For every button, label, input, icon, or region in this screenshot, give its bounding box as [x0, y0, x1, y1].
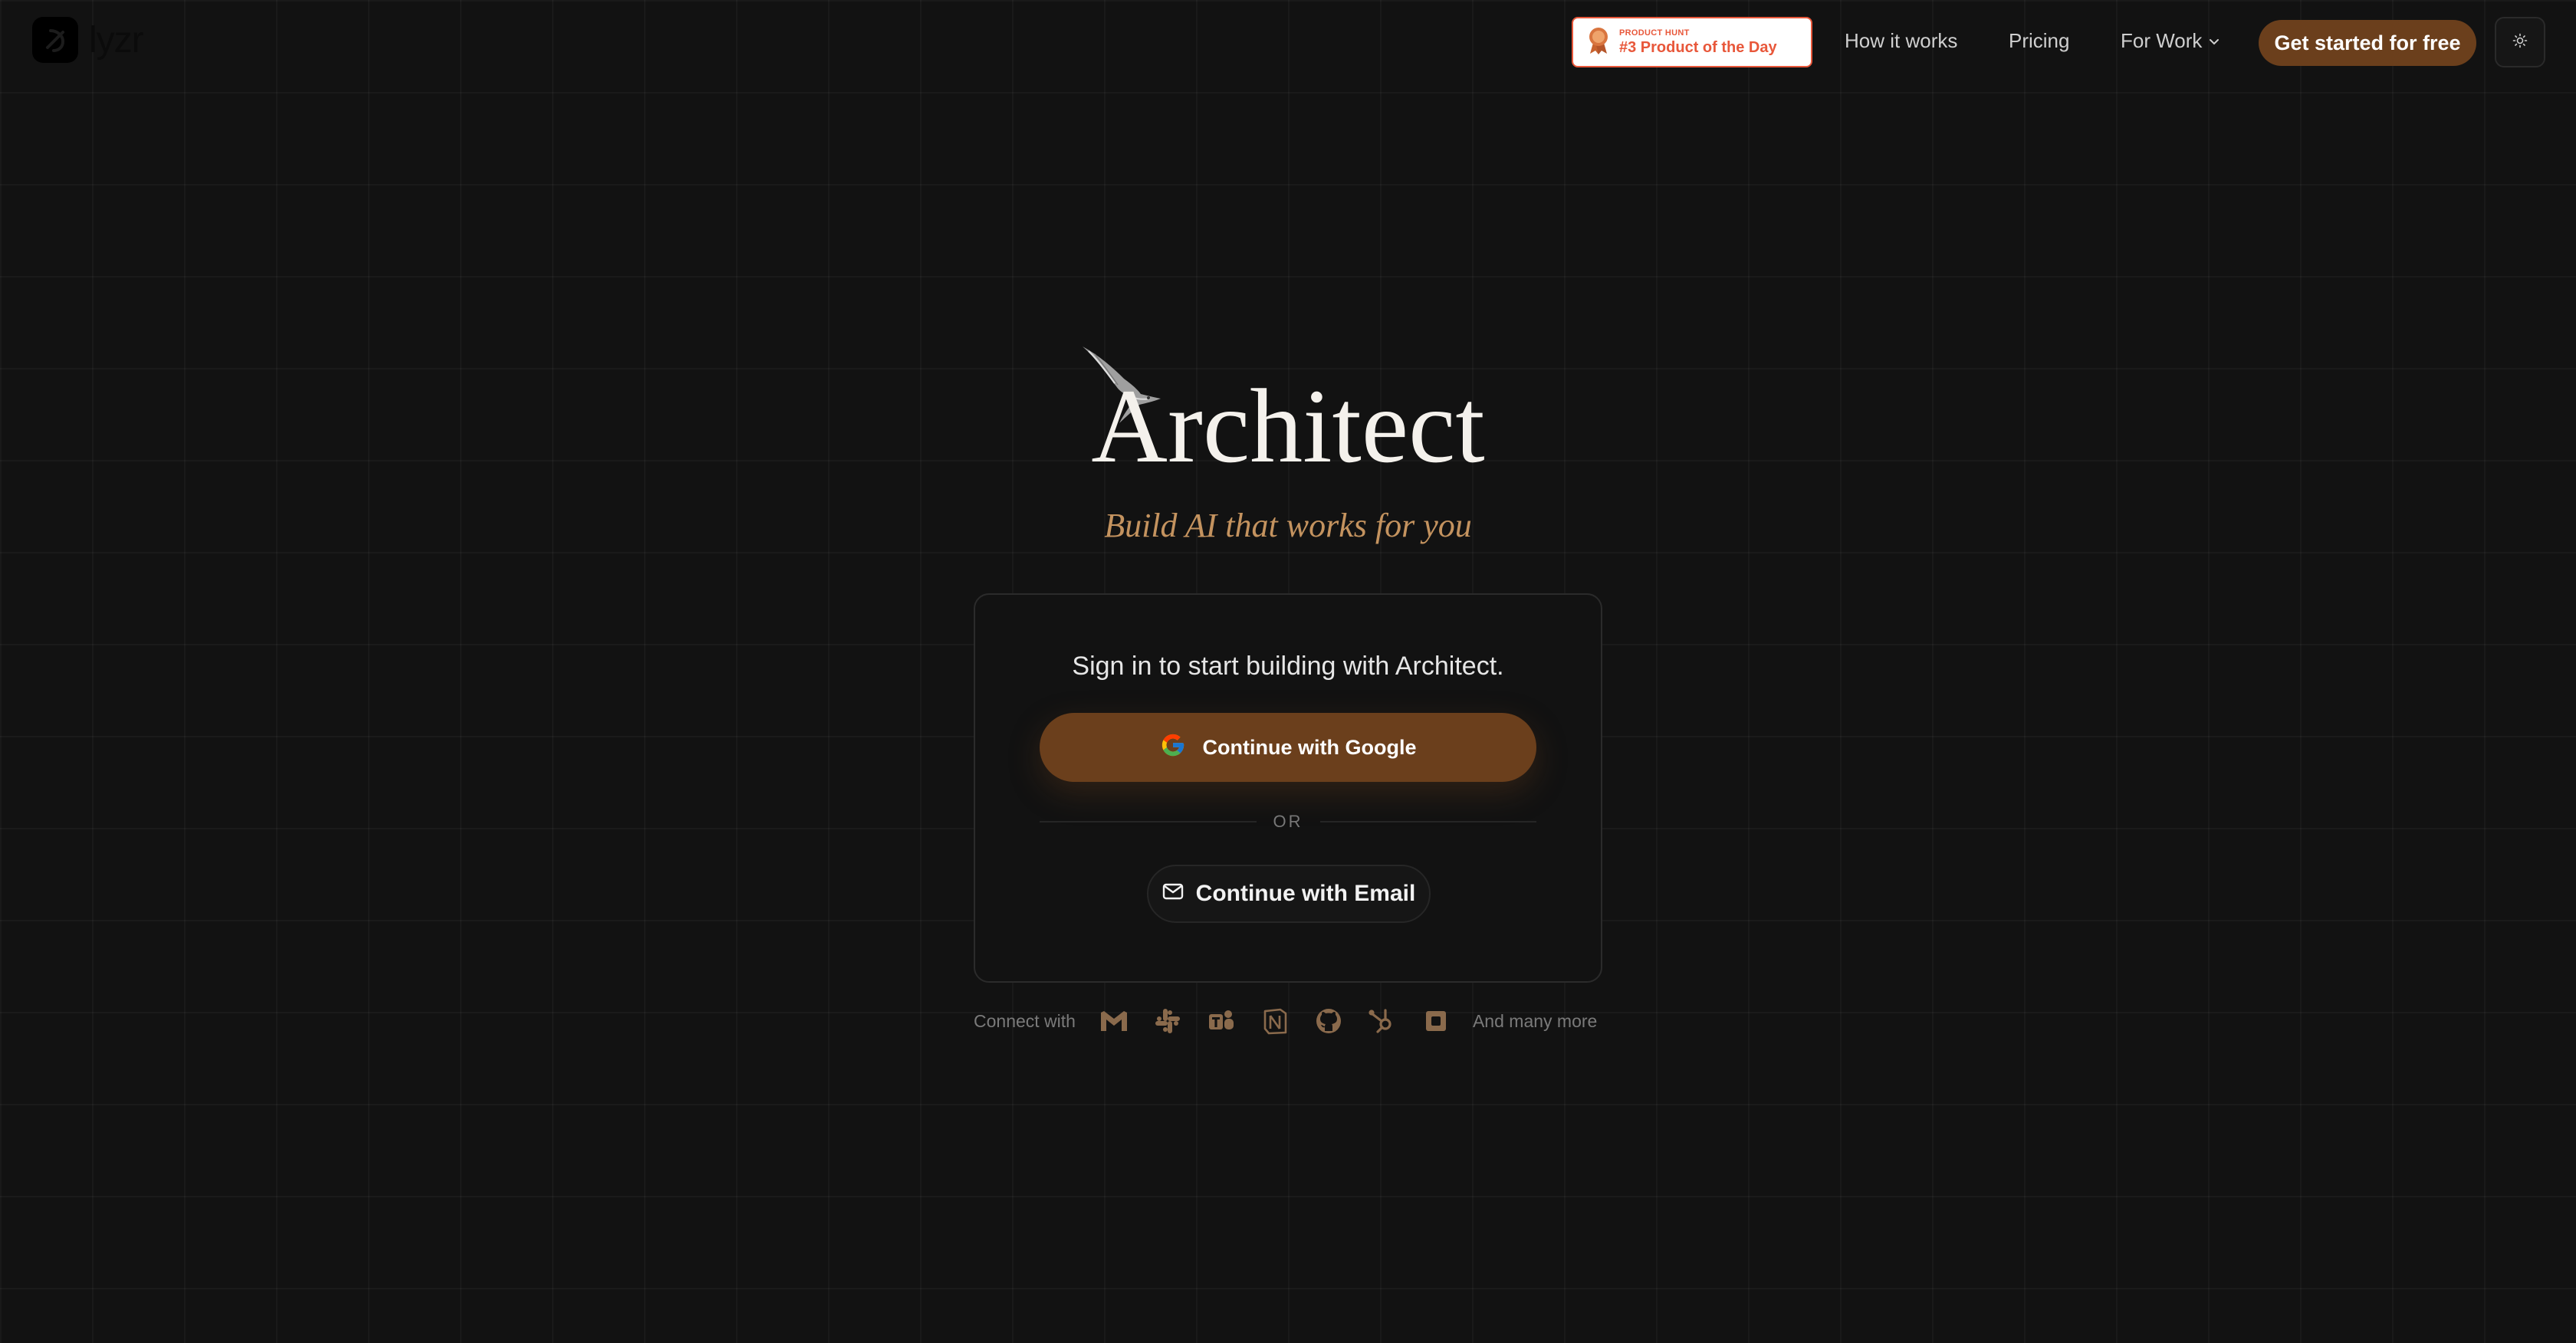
nav-label: For Work	[2121, 29, 2203, 52]
and-many-more-label: And many more	[1472, 1010, 1598, 1031]
slack-icon	[1152, 1006, 1183, 1036]
or-divider: OR	[1040, 811, 1536, 832]
continue-with-google-button[interactable]: Continue with Google	[1040, 713, 1536, 782]
teams-icon	[1206, 1006, 1237, 1036]
hero-tagline: Build AI that works for you	[1104, 507, 1472, 544]
email-button-label: Continue with Email	[1195, 881, 1416, 906]
nav-how-it-works[interactable]: How it works	[1845, 29, 1957, 53]
generic-app-icon	[1421, 1006, 1451, 1036]
continue-with-email-button[interactable]: Continue with Email	[1147, 865, 1431, 923]
or-label: OR	[1273, 812, 1303, 831]
brand-logo[interactable]: lyzr	[32, 17, 144, 63]
nav-pricing[interactable]: Pricing	[2009, 29, 2069, 53]
connect-with-label: Connect with	[974, 1010, 1076, 1031]
mail-icon	[1162, 881, 1184, 907]
badge-kicker: PRODUCT HUNT	[1619, 28, 1690, 38]
integrations-row: Connect with And many more	[974, 1006, 1602, 1036]
signin-heading: Sign in to start building with Architect…	[1072, 652, 1504, 681]
google-button-label: Continue with Google	[1202, 735, 1417, 759]
theme-toggle-button[interactable]	[2495, 17, 2545, 67]
get-started-button[interactable]: Get started for free	[2259, 20, 2476, 66]
brand-name: lyzr	[89, 19, 144, 61]
product-hunt-badge[interactable]: PRODUCT HUNT #3 Product of the Day	[1572, 17, 1812, 67]
hero-title: Architect	[1091, 367, 1485, 484]
badge-title: #3 Product of the Day	[1619, 38, 1777, 56]
hubspot-icon	[1367, 1006, 1398, 1036]
nav-label: How it works	[1845, 29, 1958, 52]
nav-for-work-dropdown[interactable]: For Work	[2121, 29, 2220, 53]
sun-icon	[2512, 33, 2528, 52]
chevron-down-icon	[2208, 29, 2220, 53]
notion-icon	[1260, 1006, 1290, 1036]
google-icon	[1160, 732, 1186, 763]
github-icon	[1313, 1006, 1344, 1036]
medal-icon	[1587, 26, 1610, 59]
gmail-icon	[1099, 1006, 1129, 1036]
top-nav: lyzr PRODUCT HUNT #3 Product of the Day …	[0, 0, 2576, 84]
lyzr-logo-icon	[32, 17, 78, 63]
nav-label: Pricing	[2009, 29, 2070, 52]
signin-card: Sign in to start building with Architect…	[974, 593, 1602, 983]
